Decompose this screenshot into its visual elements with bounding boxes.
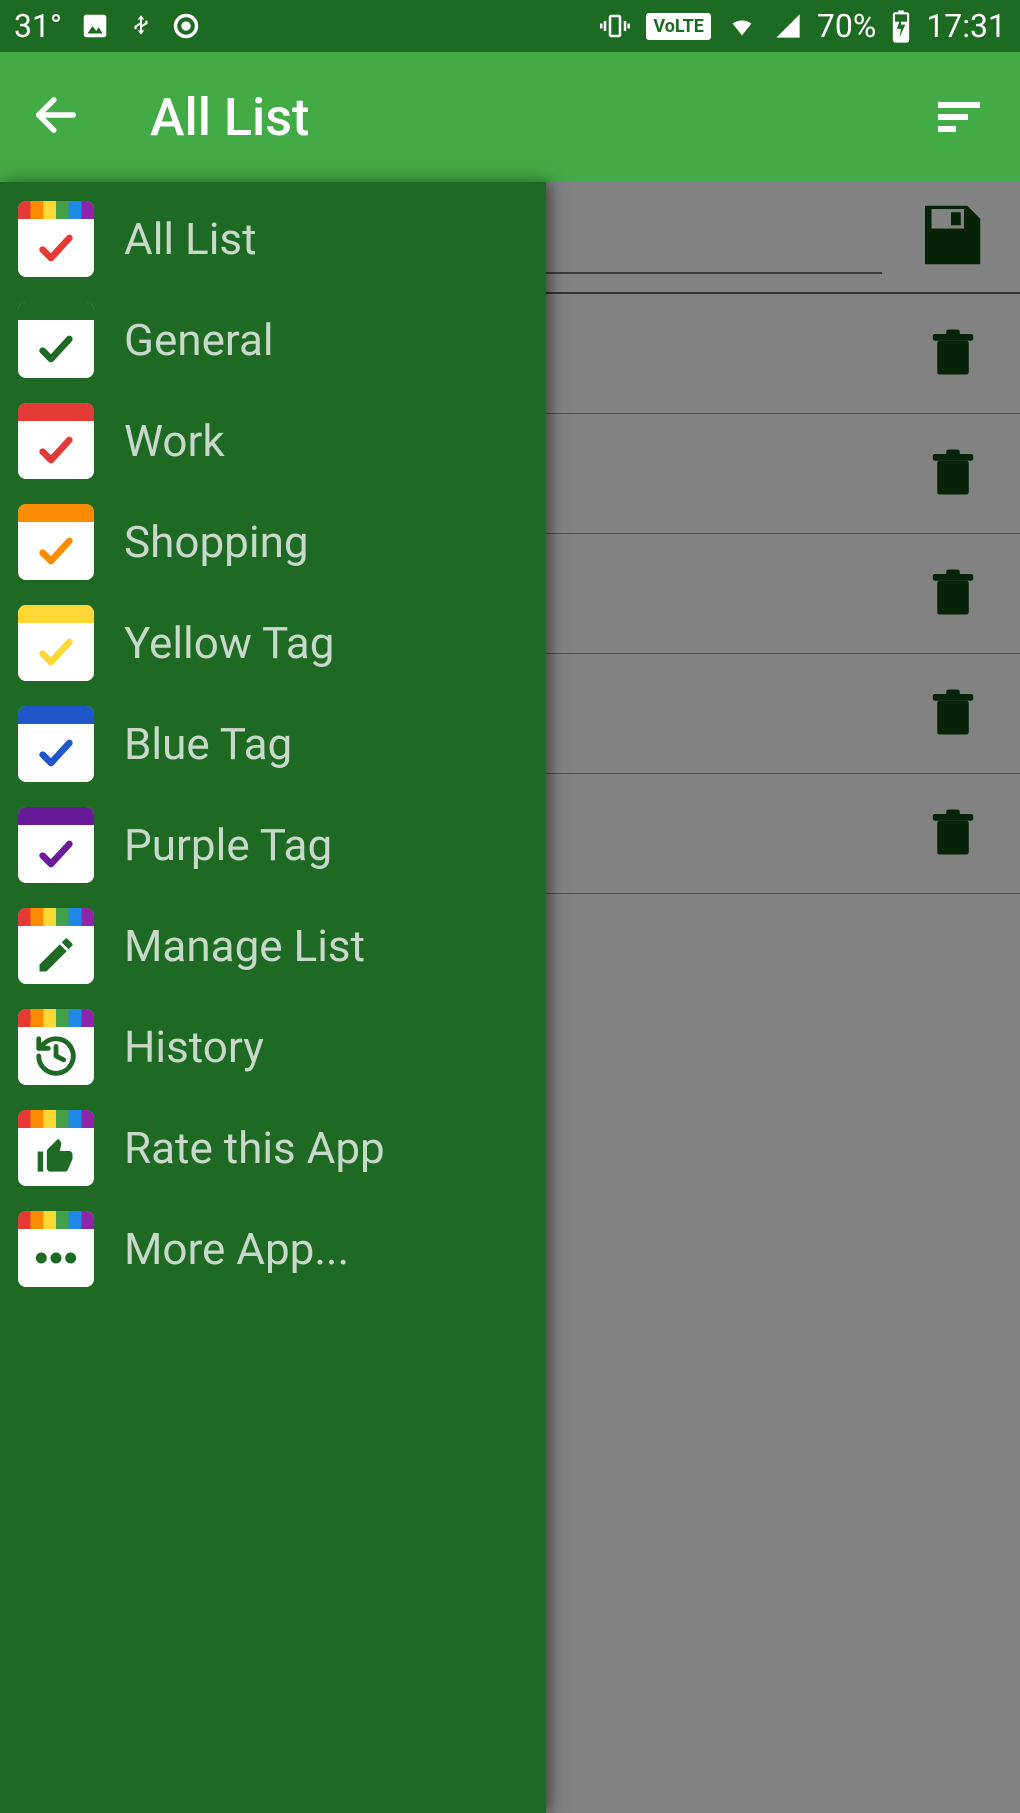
check-icon [18, 201, 94, 277]
page-title: All List [150, 87, 920, 148]
drawer-item-all-list[interactable]: All List [0, 188, 546, 289]
circle-icon [172, 12, 200, 40]
drawer-item-purple-tag[interactable]: Purple Tag [0, 794, 546, 895]
check-icon [18, 302, 94, 378]
drawer-item-work[interactable]: Work [0, 390, 546, 491]
status-time: 17:31 [926, 7, 1006, 45]
status-temperature: 31° [14, 7, 62, 45]
navigation-drawer: All List General Work Shopping Yellow Tag Blu… [0, 182, 546, 1813]
sort-button[interactable] [920, 93, 990, 141]
drawer-item-history[interactable]: History [0, 996, 546, 1097]
thumbs-up-icon [18, 1110, 94, 1186]
drawer-item-yellow-tag[interactable]: Yellow Tag [0, 592, 546, 693]
drawer-item-blue-tag[interactable]: Blue Tag [0, 693, 546, 794]
image-icon [80, 11, 110, 41]
drawer-item-label: Shopping [124, 516, 309, 568]
drawer-item-manage-list[interactable]: Manage List [0, 895, 546, 996]
drawer-item-general[interactable]: General [0, 289, 546, 390]
check-icon [18, 807, 94, 883]
battery-charging-icon [890, 9, 912, 43]
drawer-item-label: Purple Tag [124, 819, 332, 871]
pencil-icon [18, 908, 94, 984]
dots-icon [18, 1211, 94, 1287]
back-button[interactable] [30, 89, 90, 145]
check-icon [18, 403, 94, 479]
volte-badge: VoLTE [646, 13, 711, 40]
wifi-icon [725, 12, 759, 40]
drawer-item-label: More App... [124, 1223, 349, 1275]
drawer-item-label: Work [124, 415, 225, 467]
check-icon [18, 504, 94, 580]
drawer-item-label: Manage List [124, 920, 365, 972]
drawer-item-rate-this-app[interactable]: Rate this App [0, 1097, 546, 1198]
status-battery-pct: 70% [817, 7, 876, 45]
drawer-item-label: All List [124, 213, 257, 265]
usb-icon [128, 9, 154, 43]
history-icon [18, 1009, 94, 1085]
drawer-item-label: Blue Tag [124, 718, 292, 770]
app-bar: All List [0, 52, 1020, 182]
check-icon [18, 605, 94, 681]
check-icon [18, 706, 94, 782]
drawer-item-label: General [124, 314, 274, 366]
drawer-item-shopping[interactable]: Shopping [0, 491, 546, 592]
drawer-item-more-app[interactable]: More App... [0, 1198, 546, 1299]
signal-icon [773, 12, 803, 40]
status-bar: 31° VoLTE 70% 17:31 [0, 0, 1020, 52]
drawer-item-label: History [124, 1021, 264, 1073]
drawer-item-label: Yellow Tag [124, 617, 334, 669]
vibrate-icon [598, 11, 632, 41]
drawer-item-label: Rate this App [124, 1122, 385, 1174]
